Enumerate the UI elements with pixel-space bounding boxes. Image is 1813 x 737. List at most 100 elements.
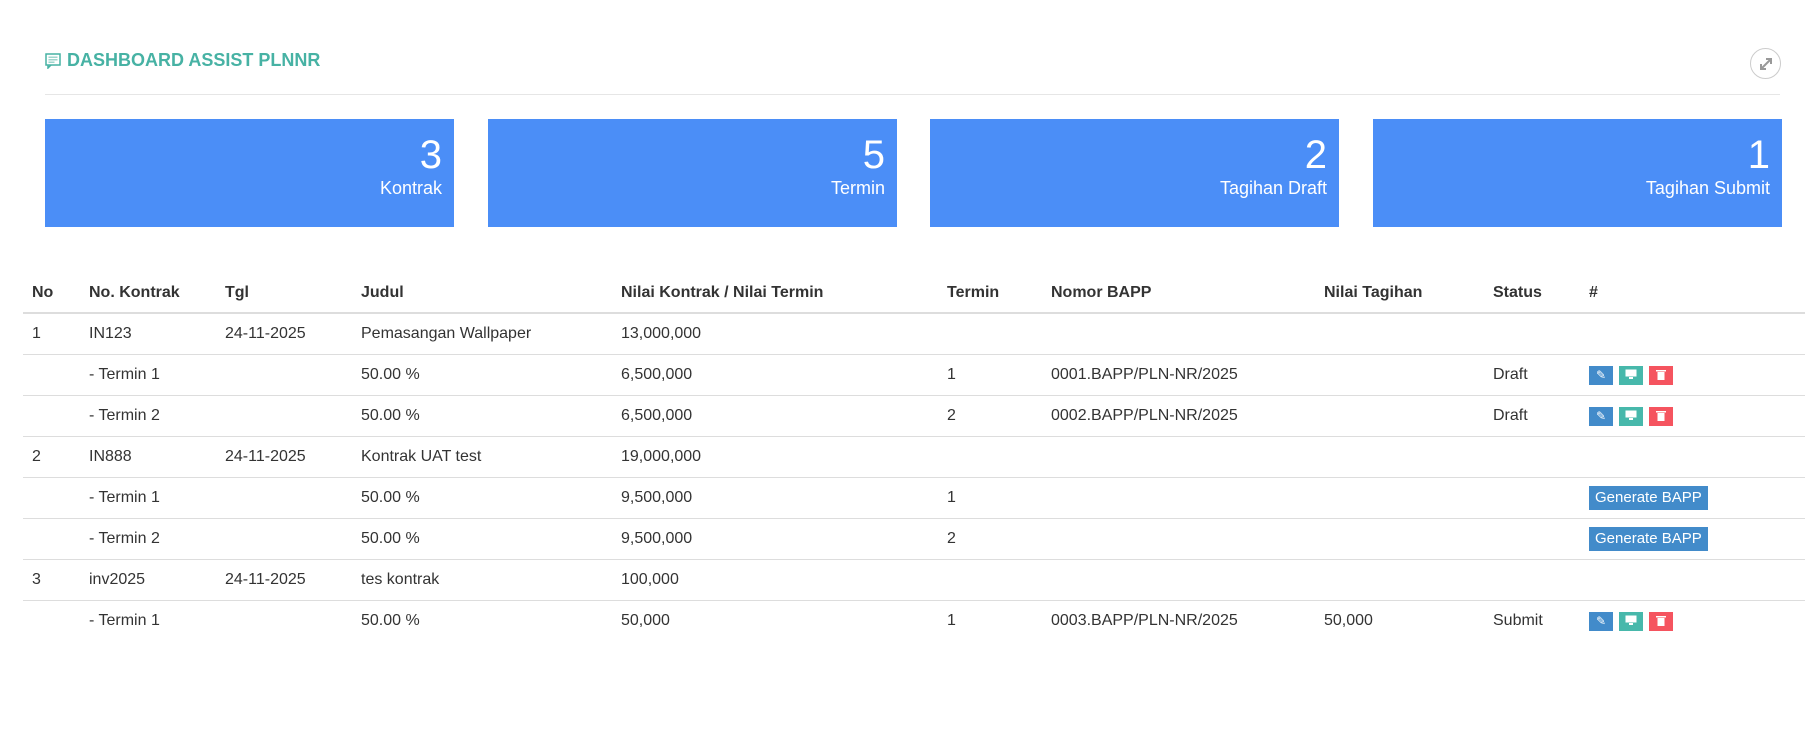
cell-tgl bbox=[216, 395, 352, 437]
termin-row: - Termin 1 50.00 % 6,500,000 1 0001.BAPP/PLN… bbox=[23, 354, 1805, 396]
stat-value: 3 bbox=[419, 133, 442, 177]
trash-icon bbox=[1656, 615, 1666, 626]
cell-status: Draft bbox=[1484, 354, 1580, 396]
cell-termin: 2 bbox=[938, 518, 1042, 560]
termin-row: - Termin 2 50.00 % 9,500,000 2 Generate BAPP bbox=[23, 518, 1805, 560]
generate-bapp-button[interactable]: Generate BAPP bbox=[1589, 486, 1708, 510]
cell-no: 3 bbox=[23, 559, 80, 601]
edit-icon: ✎ bbox=[1595, 408, 1607, 423]
comment-icon bbox=[45, 52, 61, 69]
delete-button[interactable] bbox=[1649, 406, 1673, 426]
edit-icon: ✎ bbox=[1595, 613, 1607, 628]
cell-bapp: 0003.BAPP/PLN-NR/2025 bbox=[1042, 600, 1315, 641]
cell-no bbox=[23, 600, 80, 641]
cell-no: 2 bbox=[23, 436, 80, 478]
edit-button[interactable]: ✎ bbox=[1589, 365, 1613, 385]
cell-judul: 50.00 % bbox=[352, 354, 612, 396]
edit-button[interactable]: ✎ bbox=[1589, 611, 1613, 631]
view-button[interactable] bbox=[1619, 365, 1643, 385]
table-header-row: No No. Kontrak Tgl Judul Nilai Kontrak / Nil… bbox=[23, 274, 1805, 314]
cell-tgl: 24-11-2025 bbox=[216, 559, 352, 601]
cell-no bbox=[23, 518, 80, 560]
cell-tagihan bbox=[1315, 436, 1484, 478]
cell-nilai: 13,000,000 bbox=[621, 325, 702, 342]
cell-tagihan bbox=[1315, 518, 1484, 560]
cell-tagihan bbox=[1315, 395, 1484, 437]
trash-icon bbox=[1656, 410, 1666, 421]
cell-termin bbox=[938, 436, 1042, 478]
cell-actions bbox=[1580, 436, 1805, 478]
kontrak-table: No No. Kontrak Tgl Judul Nilai Kontrak / Nil… bbox=[23, 274, 1805, 641]
cell-bapp bbox=[1042, 518, 1315, 560]
cell-termin: 1 bbox=[938, 600, 1042, 641]
stat-card-tagihan-draft: 2 Tagihan Draft bbox=[930, 119, 1339, 227]
cell-bapp bbox=[1042, 436, 1315, 478]
cell-status bbox=[1484, 477, 1580, 519]
cell-judul: 50.00 % bbox=[352, 600, 612, 641]
kontrak-row: 3 inv2025 24-11-2025 tes kontrak 100,000 bbox=[23, 559, 1805, 601]
column-header: Nomor BAPP bbox=[1042, 274, 1315, 314]
cell-bapp bbox=[1042, 313, 1315, 355]
monitor-icon bbox=[1625, 615, 1637, 625]
cell-kontrak: inv2025 bbox=[80, 559, 216, 601]
cell-actions: ✎ bbox=[1580, 600, 1805, 641]
termin-row: - Termin 2 50.00 % 6,500,000 2 0002.BAPP/PLN… bbox=[23, 395, 1805, 437]
cell-judul: 50.00 % bbox=[352, 395, 612, 437]
cell-bapp: 0001.BAPP/PLN-NR/2025 bbox=[1042, 354, 1315, 396]
cell-termin bbox=[938, 559, 1042, 601]
cell-nilai: 9,500,000 bbox=[612, 477, 938, 519]
stat-label: Kontrak bbox=[379, 178, 442, 198]
column-header: No. Kontrak bbox=[80, 274, 216, 314]
cell-actions: Generate BAPP bbox=[1580, 518, 1805, 560]
cell-actions: ✎ bbox=[1580, 395, 1805, 437]
cell-kontrak: - Termin 2 bbox=[80, 395, 216, 437]
stat-card-termin: 5 Termin bbox=[488, 119, 897, 227]
cell-nilai: 50,000 bbox=[612, 600, 938, 641]
stat-value: 5 bbox=[862, 133, 885, 177]
cell-termin: 1 bbox=[938, 477, 1042, 519]
view-button[interactable] bbox=[1619, 611, 1643, 631]
cell-kontrak: IN888 bbox=[80, 436, 216, 478]
termin-row: - Termin 1 50.00 % 9,500,000 1 Generate BAPP bbox=[23, 477, 1805, 519]
cell-termin: 1 bbox=[938, 354, 1042, 396]
column-header: Tgl bbox=[216, 274, 352, 314]
delete-button[interactable] bbox=[1649, 611, 1673, 631]
delete-button[interactable] bbox=[1649, 365, 1673, 385]
generate-bapp-button[interactable]: Generate BAPP bbox=[1589, 527, 1708, 551]
cell-judul: Pemasangan Wallpaper bbox=[361, 325, 532, 342]
cell-judul: 50.00 % bbox=[352, 477, 612, 519]
cell-actions bbox=[1580, 313, 1805, 355]
cell-tagihan bbox=[1315, 313, 1484, 355]
cell-kontrak: - Termin 2 bbox=[80, 518, 216, 560]
header-divider bbox=[45, 94, 1780, 95]
stat-label: Tagihan Draft bbox=[1219, 178, 1327, 198]
title-text: DASHBOARD ASSIST PLNNR bbox=[67, 50, 321, 70]
cell-actions: Generate BAPP bbox=[1580, 477, 1805, 519]
cell-nilai: 9,500,000 bbox=[612, 518, 938, 560]
cell-kontrak: IN123 bbox=[89, 325, 132, 342]
kontrak-row: 1 IN123 24-11-2025 Pemasangan Wallpaper 13,0… bbox=[23, 313, 1805, 355]
cell-bapp bbox=[1042, 477, 1315, 519]
expand-icon bbox=[1759, 57, 1772, 70]
cell-tagihan bbox=[1315, 559, 1484, 601]
stat-label: Termin bbox=[830, 178, 885, 198]
cell-tagihan bbox=[1315, 477, 1484, 519]
view-button[interactable] bbox=[1619, 406, 1643, 426]
cell-nilai: 6,500,000 bbox=[612, 395, 938, 437]
cell-status bbox=[1484, 518, 1580, 560]
cell-judul: 50.00 % bbox=[352, 518, 612, 560]
trash-icon bbox=[1656, 369, 1666, 380]
stat-label: Tagihan Submit bbox=[1645, 178, 1770, 198]
edit-button[interactable]: ✎ bbox=[1589, 406, 1613, 426]
termin-row: - Termin 1 50.00 % 50,000 1 0003.BAPP/PLN-NR… bbox=[23, 600, 1805, 641]
cell-tgl: 24-11-2025 bbox=[216, 436, 352, 478]
edit-icon: ✎ bbox=[1595, 367, 1607, 382]
stat-value: 2 bbox=[1304, 133, 1327, 177]
cell-tgl: 24-11-2025 bbox=[225, 325, 306, 342]
cell-status: Draft bbox=[1484, 395, 1580, 437]
cell-tagihan bbox=[1315, 354, 1484, 396]
cell-no bbox=[23, 477, 80, 519]
expand-button[interactable] bbox=[1750, 48, 1781, 79]
cell-bapp bbox=[1042, 559, 1315, 601]
cell-no: 1 bbox=[32, 325, 41, 342]
